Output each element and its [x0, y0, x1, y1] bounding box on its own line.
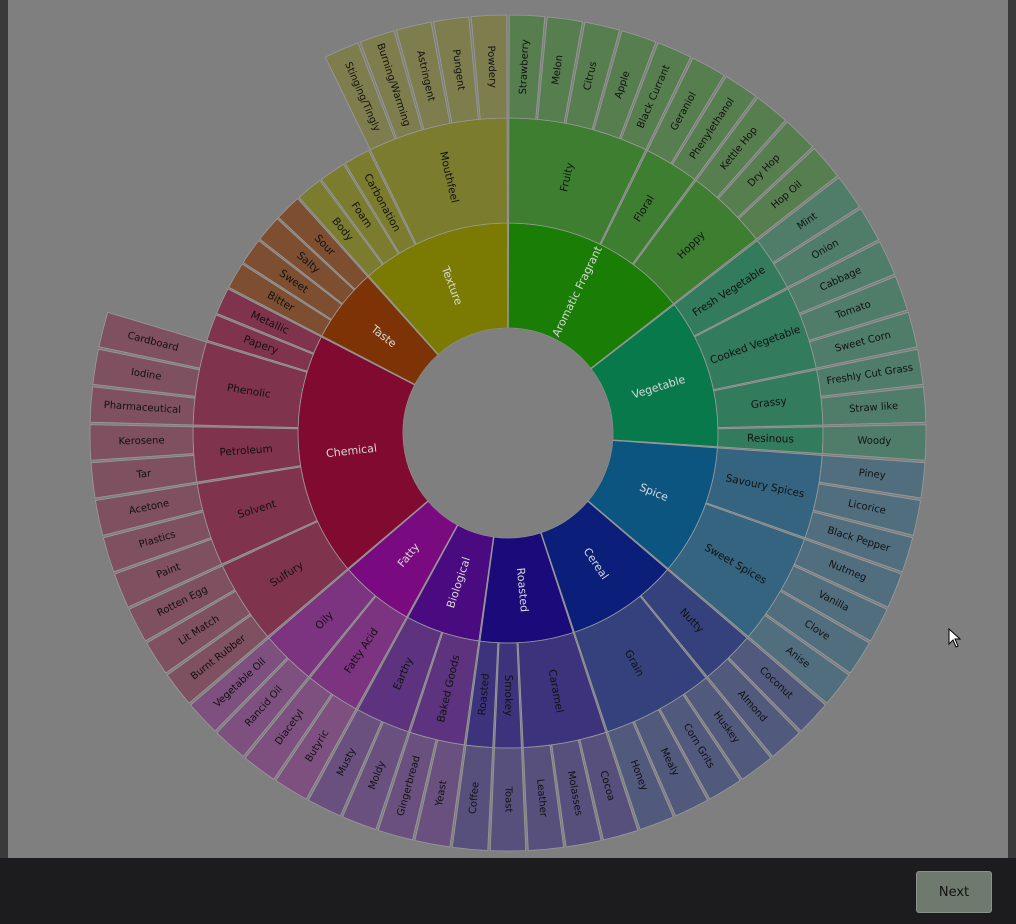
flavor-tar-label: Tar: [135, 468, 153, 481]
subcategory-resinous-label: Resinous: [747, 432, 794, 445]
wheel-center: [403, 328, 613, 538]
flavor-powdery-label: Powdery: [485, 45, 498, 88]
flavor-woody-label: Woody: [857, 435, 891, 447]
subcategory-smokey-label: Smokey: [502, 675, 514, 717]
flavor-kerosene-label: Kerosene: [118, 435, 164, 447]
next-button[interactable]: Next: [916, 871, 992, 913]
frame-right: [1008, 0, 1016, 858]
flavor-toast-label: Toast: [503, 786, 514, 813]
content-area: Aromatic Fragrant Fruity Strawberry Melon Ci…: [8, 0, 1008, 858]
mouse-cursor-icon: [948, 628, 962, 648]
footer-bar: [0, 858, 1016, 924]
frame-left: [0, 0, 8, 858]
flavor-wheel[interactable]: Aromatic FragrantFruityStrawberry Melon Ci…: [8, 0, 1008, 858]
